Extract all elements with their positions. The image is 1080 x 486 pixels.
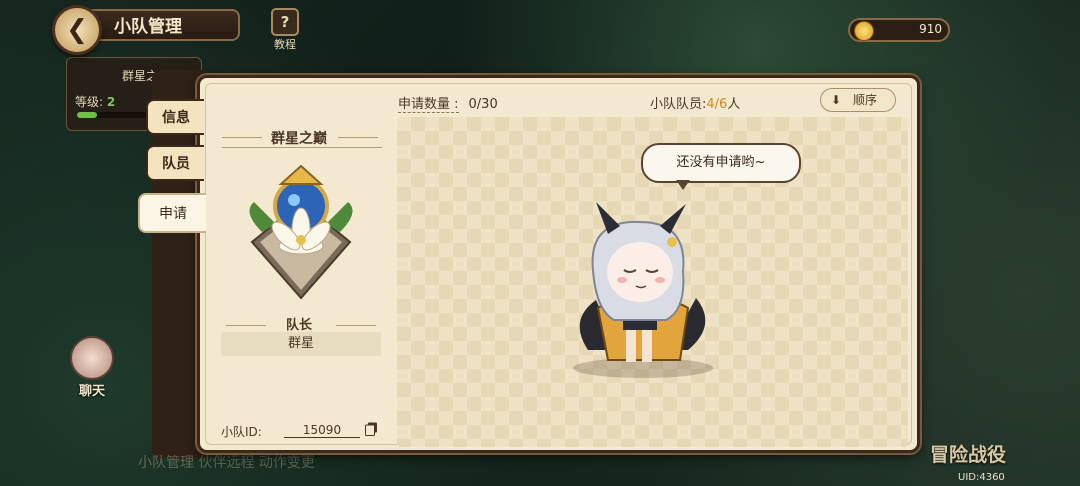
leader-name: 群星: [221, 332, 381, 356]
level-label: 等级:: [75, 95, 104, 109]
campaign-button[interactable]: 冒险战役: [930, 440, 1006, 467]
back-arrow-icon: ❮: [66, 15, 88, 45]
request-value: 0/30: [468, 97, 498, 112]
team-name: 群星之巅: [271, 131, 327, 147]
bottom-hint-text: 小队管理 伙伴远程 动作变更: [138, 455, 315, 471]
chat-button[interactable]: 聊天: [70, 336, 114, 399]
bubble-tail: [676, 180, 690, 190]
tab-info[interactable]: 信息: [146, 99, 204, 135]
leader-label: 队长: [285, 318, 312, 333]
tutorial-button[interactable]: ? 教程: [268, 8, 302, 51]
tab-members[interactable]: 队员: [146, 145, 204, 181]
team-id-value: 15090: [284, 423, 360, 438]
question-icon: ?: [271, 8, 299, 36]
sort-arrow-icon: ⬇: [831, 93, 842, 107]
request-count: 申请数量 : 0/30: [398, 93, 498, 113]
tutorial-label: 教程: [274, 38, 296, 51]
members-current: 4/6: [706, 97, 728, 112]
team-id-label: 小队ID:: [221, 425, 262, 439]
copy-icon[interactable]: [365, 422, 378, 436]
members-label: 小队队员:: [650, 97, 707, 112]
coin-icon: [854, 21, 874, 41]
divider: [222, 147, 382, 148]
team-emblem-icon: [249, 164, 353, 300]
tab-applications[interactable]: 申请: [138, 193, 206, 233]
currency-value: 910: [919, 22, 942, 36]
level-value: 2: [106, 95, 116, 109]
back-button[interactable]: ❮: [52, 5, 102, 55]
sort-button[interactable]: ⬇ 顺序: [820, 88, 896, 112]
team-level: 等级: 2: [75, 93, 115, 110]
currency-display[interactable]: 910: [848, 18, 950, 42]
exp-bar-fill: [77, 112, 97, 118]
member-count: 小队队员:4/6人: [650, 93, 740, 112]
members-unit: 人: [727, 97, 741, 112]
page-title: 小队管理: [80, 9, 240, 41]
empty-message-bubble: 还没有申请哟~: [641, 143, 801, 183]
sort-label: 顺序: [853, 93, 878, 107]
sleeping-mascot-illustration: [573, 202, 713, 378]
uid-label: UID:4360: [958, 472, 1005, 483]
chat-label: 聊天: [78, 384, 105, 399]
chat-avatar: [70, 336, 114, 380]
request-label: 申请数量 :: [398, 97, 459, 113]
